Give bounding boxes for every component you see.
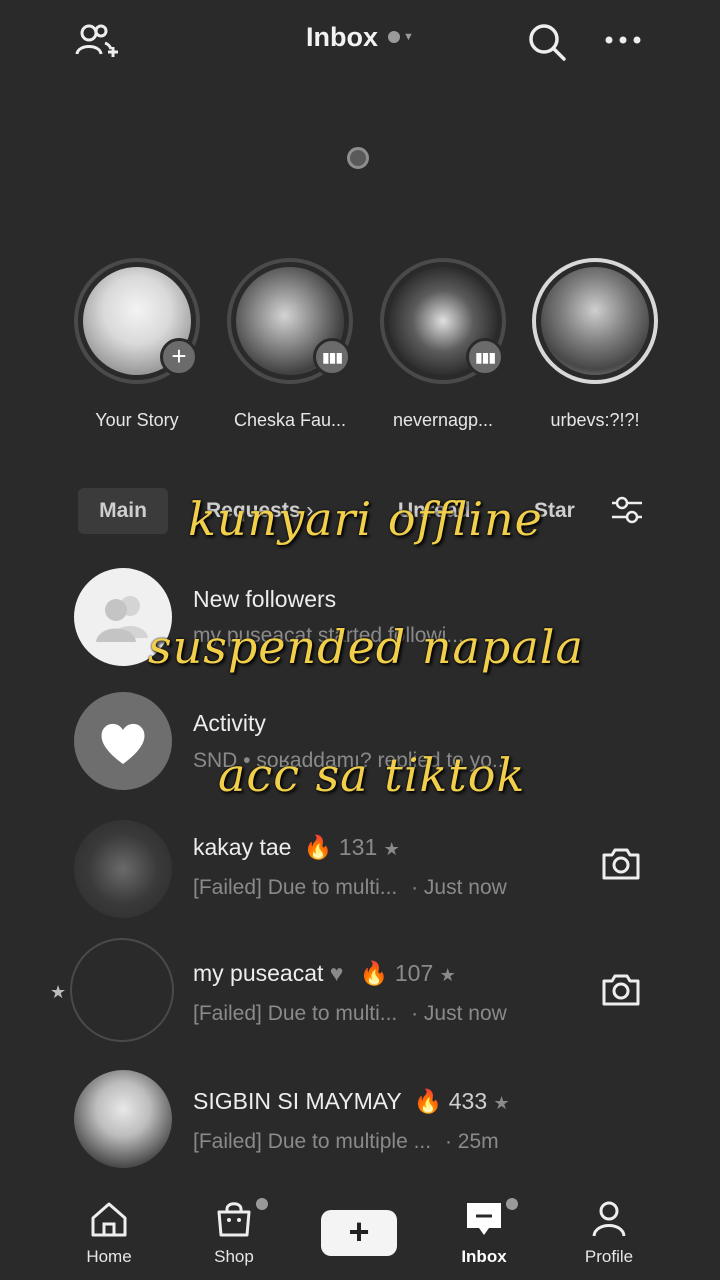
chevron-down-icon: ▼ <box>403 30 414 43</box>
nav-inbox-label: Inbox <box>461 1247 507 1266</box>
live-bars-icon: ▮▮▮ <box>466 338 504 376</box>
page-title-text: Inbox <box>306 22 379 52</box>
camera-icon[interactable] <box>600 846 642 887</box>
inbox-icon <box>467 1203 501 1235</box>
list-item-kakay-tae[interactable]: kakay tae 🔥 131 ★ [Failed] Due to multi.… <box>0 808 720 928</box>
nav-inbox[interactable]: Inbox <box>424 1200 544 1267</box>
profile-icon <box>592 1201 626 1237</box>
row-title-line: SIGBIN SI MAYMAY 🔥 433 ★ <box>193 1088 510 1115</box>
nav-home-label: Home <box>86 1247 132 1266</box>
more-options-icon[interactable] <box>604 34 644 46</box>
row-title: Activity <box>193 710 266 736</box>
timestamp: · 25m <box>444 1130 499 1153</box>
message-preview: [Failed] Due to multi... <box>193 876 398 899</box>
live-bars-icon: ▮▮▮ <box>313 338 351 376</box>
overlay-caption-line-2: suspended napala <box>148 620 584 674</box>
list-item-my-puseacat[interactable]: ★ my puseacat ♥ 🔥 107 ★ [Failed] Due to … <box>0 934 720 1054</box>
flame-icon: 🔥 <box>359 960 389 986</box>
flame-icon: 🔥 <box>303 834 333 860</box>
nav-home[interactable]: Home <box>49 1200 169 1267</box>
story-ring <box>532 258 658 384</box>
story-nevernagp[interactable]: ▮▮▮ nevernagp... <box>368 258 518 431</box>
story-ring: ▮▮▮ <box>227 258 353 384</box>
overlay-caption-line-1: kunyari offline <box>188 492 543 546</box>
heart-icon: ♥ <box>329 960 344 986</box>
row-subtitle-line: [Failed] Due to multi... · Just now <box>193 1002 507 1026</box>
shopping-bag-icon <box>217 1202 251 1237</box>
row-subtitle-line: [Failed] Due to multiple ... · 25m <box>193 1130 499 1154</box>
streak-count: 131 <box>338 834 378 860</box>
pin-icon: ★ <box>439 965 456 985</box>
story-ring: + <box>74 258 200 384</box>
status-dot <box>388 30 401 43</box>
list-item-sigbin-si-maymay[interactable]: SIGBIN SI MAYMAY 🔥 433 ★ [Failed] Due to… <box>0 1062 720 1182</box>
message-preview: [Failed] Due to multi... <box>193 1002 398 1025</box>
filter-settings-icon[interactable] <box>610 494 644 531</box>
pin-icon: ★ <box>493 1093 510 1113</box>
contact-name: kakay tae <box>193 834 292 860</box>
activity-avatar <box>74 692 172 790</box>
story-name: Cheska Fau... <box>233 410 347 430</box>
bottom-navigation: Home Shop + Inbox Profile <box>0 1190 720 1280</box>
tab-main[interactable]: Main <box>78 488 168 534</box>
timestamp: · Just now <box>411 876 507 899</box>
contact-name: SIGBIN SI MAYMAY <box>193 1088 402 1114</box>
avatar <box>541 267 649 375</box>
story-cheska[interactable]: ▮▮▮ Cheska Fau... <box>215 258 365 431</box>
nav-profile[interactable]: Profile <box>549 1200 669 1267</box>
create-button[interactable]: + <box>321 1210 397 1256</box>
search-icon[interactable] <box>527 22 567 62</box>
message-preview: [Failed] Due to multiple ... <box>193 1130 432 1153</box>
loading-spinner <box>347 147 369 169</box>
nav-shop[interactable]: Shop <box>174 1200 294 1267</box>
avatar <box>74 820 172 918</box>
timestamp: · Just now <box>411 1002 507 1025</box>
home-icon <box>91 1202 127 1237</box>
camera-icon[interactable] <box>600 972 642 1013</box>
row-title: New followers <box>193 586 337 612</box>
flame-icon: 🔥 <box>413 1088 443 1114</box>
row-subtitle-line: [Failed] Due to multi... · Just now <box>193 876 507 900</box>
avatar <box>70 938 174 1042</box>
notification-dot <box>506 1198 518 1210</box>
nav-profile-label: Profile <box>584 1247 634 1266</box>
story-your-story[interactable]: + Your Story <box>62 258 212 431</box>
story-ring: ▮▮▮ <box>380 258 506 384</box>
row-title-line: my puseacat ♥ 🔥 107 ★ <box>193 960 456 987</box>
story-urbevs[interactable]: urbevs:?!?! <box>520 258 670 431</box>
nav-shop-label: Shop <box>214 1247 254 1266</box>
heart-icon <box>101 723 145 764</box>
story-name: Your Story <box>95 410 179 430</box>
streak-count: 433 <box>448 1088 488 1114</box>
star-icon: ★ <box>50 982 67 1002</box>
story-name: nevernagp... <box>392 410 494 430</box>
avatar <box>74 1070 172 1168</box>
pin-icon: ★ <box>383 839 400 859</box>
story-name: urbevs:?!?! <box>550 410 640 430</box>
contact-name: my puseacat <box>193 960 324 986</box>
overlay-caption-line-3: acc sa tiktok <box>218 748 526 802</box>
add-story-icon[interactable]: + <box>160 338 198 376</box>
notification-dot <box>256 1198 268 1210</box>
streak-count: 107 <box>394 960 434 986</box>
row-title-line: kakay tae 🔥 131 ★ <box>193 834 400 861</box>
